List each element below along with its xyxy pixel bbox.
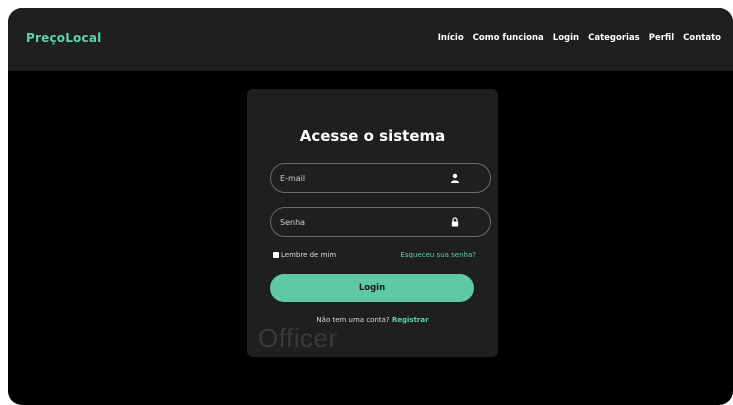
login-title: Acesse o sistema [299,127,446,145]
email-input[interactable] [280,164,440,192]
nav-link-como-funciona[interactable]: Como funciona [473,33,544,43]
user-icon [451,173,459,183]
register-link[interactable]: Registrar [392,316,429,324]
remember-me[interactable]: Lembre de mim [273,251,336,259]
brand-logo[interactable]: PreçoLocal [26,31,101,45]
nav-links: Início Como funciona Login Categorias Pe… [438,33,721,43]
nav-link-login[interactable]: Login [553,33,579,43]
password-field[interactable] [270,207,491,237]
login-button[interactable]: Login [270,274,474,302]
nav-link-contato[interactable]: Contato [683,33,721,43]
lock-icon [451,217,459,227]
password-input[interactable] [280,208,440,236]
nav-link-perfil[interactable]: Perfil [649,33,674,43]
remember-label: Lembre de mim [281,251,337,259]
email-field[interactable] [270,163,491,193]
login-card: Acesse o sistema Lembre de mim Esqueceu … [247,89,498,357]
remember-checkbox[interactable] [273,252,279,258]
overlay-text: Officer [258,323,338,353]
browser-frame: PreçoLocal Início Como funciona Login Ca… [8,8,733,405]
navbar: PreçoLocal Início Como funciona Login Ca… [8,8,733,71]
forgot-password-link[interactable]: Esqueceu sua senha? [400,251,476,259]
nav-link-inicio[interactable]: Início [438,33,464,43]
nav-link-categorias[interactable]: Categorias [588,33,640,43]
